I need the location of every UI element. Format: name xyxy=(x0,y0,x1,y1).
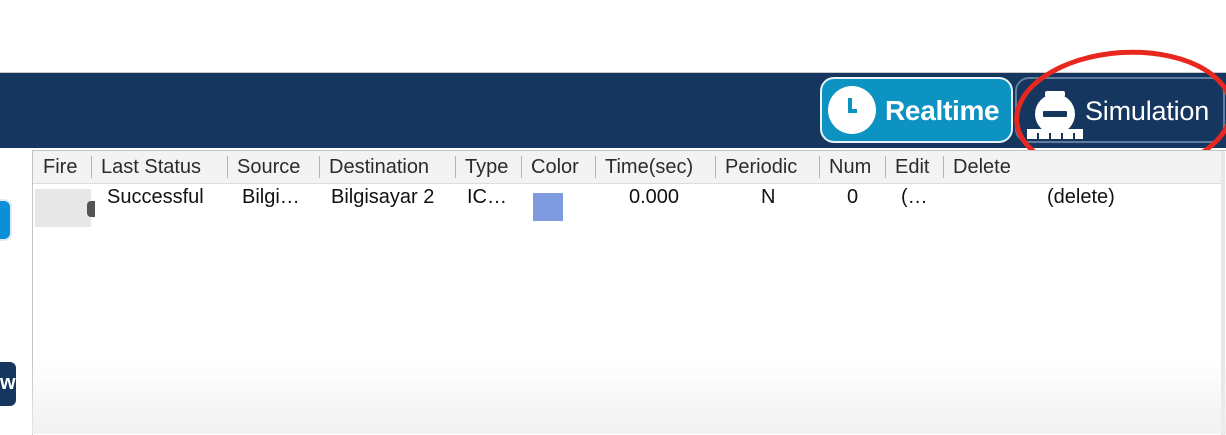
fire-button[interactable] xyxy=(35,189,95,227)
column-divider[interactable] xyxy=(715,156,716,178)
column-divider[interactable] xyxy=(521,156,522,178)
realtime-label: Realtime xyxy=(885,95,1000,126)
column-divider[interactable] xyxy=(595,156,596,178)
simulation-mode-button[interactable]: Simulation xyxy=(1015,77,1225,143)
column-header-destination[interactable]: Destination xyxy=(329,151,429,183)
column-header-source[interactable]: Source xyxy=(237,151,300,183)
row-destination: Bilgisayar 2 xyxy=(331,186,435,208)
mode-toolbar: Realtime Simulation xyxy=(0,73,1226,148)
column-divider[interactable] xyxy=(227,156,228,178)
simulation-label: Simulation xyxy=(1085,96,1210,126)
column-divider[interactable] xyxy=(819,156,820,178)
left-toolbar-view-button[interactable]: w xyxy=(0,362,16,406)
column-header-edit[interactable]: Edit xyxy=(895,151,929,183)
column-header-delete[interactable]: Delete xyxy=(953,151,1011,183)
column-header-fire[interactable]: Fire xyxy=(43,151,77,183)
stopwatch-icon xyxy=(1027,91,1083,139)
table-scrollbar[interactable] xyxy=(1221,151,1225,435)
left-toolbar-view-label: w xyxy=(0,372,16,394)
row-num: 0 xyxy=(847,186,859,208)
column-header-periodic[interactable]: Periodic xyxy=(725,151,797,183)
column-header-type[interactable]: Type xyxy=(465,151,508,183)
column-header-last-status[interactable]: Last Status xyxy=(101,151,201,183)
column-divider[interactable] xyxy=(319,156,320,178)
column-divider[interactable] xyxy=(943,156,944,178)
column-header-color[interactable]: Color xyxy=(531,151,579,183)
row-last-status: Successful xyxy=(107,186,204,208)
row-delete-link[interactable]: (delete) xyxy=(1047,185,1115,211)
row-type: IC… xyxy=(467,186,507,208)
realtime-mode-button[interactable]: Realtime xyxy=(820,77,1013,143)
table-header: Fire Last Status Source Destination Type… xyxy=(33,151,1225,184)
column-header-num[interactable]: Num xyxy=(829,151,871,183)
column-divider[interactable] xyxy=(885,156,886,178)
left-toolbar-button[interactable] xyxy=(0,199,12,241)
fire-knob-icon xyxy=(87,201,95,217)
clock-icon xyxy=(828,86,876,134)
row-edit-link[interactable]: (… xyxy=(901,185,928,211)
row-color-swatch xyxy=(533,193,563,221)
column-divider[interactable] xyxy=(455,156,456,178)
column-header-time[interactable]: Time(sec) xyxy=(605,151,693,183)
row-time: 0.000 xyxy=(629,186,680,208)
row-periodic: N xyxy=(761,186,776,208)
row-source: Bilgi… xyxy=(242,186,300,208)
column-divider[interactable] xyxy=(91,156,92,178)
pdu-table: Fire Last Status Source Destination Type… xyxy=(32,150,1226,435)
